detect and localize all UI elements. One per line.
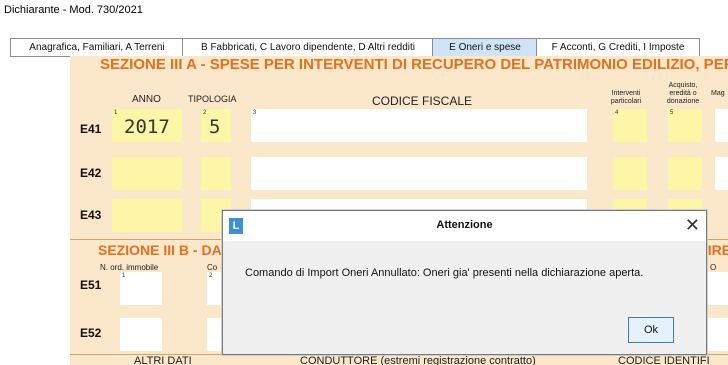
col-anno: ANNO [132,94,161,105]
row-label-e42: E42 [80,166,102,180]
col-tipologia: TIPOLOGIA [188,94,237,104]
interventi-field-e41[interactable]: 4 [613,109,647,142]
attention-dialog: L Attenzione ✕ Comando di Import Oneri A… [222,210,707,355]
o-field-e52[interactable] [705,318,728,351]
col-mag: Mag [711,90,725,97]
acquisto-field-e41[interactable]: 5 [668,109,702,142]
o-field-e51[interactable] [705,272,728,305]
field-index: 3 [253,110,257,116]
section-3b-title: SEZIONE III B - DA [98,242,222,258]
codice-fiscale-field-e41[interactable]: 3 [251,109,587,142]
field-index: 1 [114,110,118,116]
codice-identificativo-heading: CODICE IDENTIFI [618,355,710,365]
col-n-ord-immobile: N. ord. immobile [100,263,159,272]
codice-fiscale-field-e42[interactable] [251,157,587,190]
close-icon[interactable]: ✕ [685,214,700,236]
anno-field-e43[interactable] [112,199,182,232]
field-index: 5 [670,110,674,116]
conduttore-heading: CONDUTTORE (estremi registrazione contra… [300,355,536,365]
mag-field-e41[interactable] [715,109,728,142]
acquisto-field-e42[interactable] [668,157,702,190]
dialog-message: Comando di Import Oneri Annullato: Oneri… [245,267,644,279]
interventi-field-e42[interactable] [613,157,647,190]
field-index: 1 [122,273,126,279]
anno-field-e41[interactable]: 1 2017 [112,109,182,142]
anno-value: 2017 [124,116,170,138]
tipologia-field-e41[interactable]: 2 5 [201,109,231,142]
row-label-e52: E52 [80,326,102,340]
section-3a-title: SEZIONE III A - SPESE PER INTERVENTI DI … [100,56,728,73]
mag-field-e42[interactable] [715,157,728,190]
col-codice-fiscale: CODICE FISCALE [372,94,473,108]
row-label-e51: E51 [80,278,102,292]
dialog-title: Attenzione [436,219,493,231]
n-ord-field-e52[interactable] [120,318,162,351]
tab-oneri-spese[interactable]: E Oneri e spese [432,38,538,56]
tab-fabbricati[interactable]: B Fabbricati, C Lavoro dipendente, D Alt… [182,38,434,56]
row-label-e41: E41 [80,122,102,136]
field-index: 2 [203,110,207,116]
altri-dati-heading: ALTRI DATI [134,355,192,365]
field-index: 4 [615,110,619,116]
col-interventi: Interventi particolari [610,90,642,105]
anno-field-e42[interactable] [112,157,182,190]
row-label-e43: E43 [80,208,102,222]
tipologia-value: 5 [209,116,221,138]
tab-acconti[interactable]: F Acconti, G Crediti, I Imposte [536,38,700,56]
dialog-title-bar: L Attenzione ✕ [223,211,706,241]
tab-anagrafica[interactable]: Anagrafica, Familiari, A Terreni [10,38,184,56]
col-co: Co [207,263,218,272]
col-o: O [710,263,717,272]
n-ord-field-e51[interactable]: 1 [120,272,162,305]
field-index: 2 [209,273,213,279]
ok-button[interactable]: Ok [628,317,674,343]
tab-bar: Anagrafica, Familiari, A Terreni B Fabbr… [10,38,728,57]
col-acquisto: Acquisto, eredità o donazione [666,82,700,105]
window-title: Dichiarante - Mod. 730/2021 [4,4,143,16]
tipologia-field-e42[interactable] [201,157,231,190]
